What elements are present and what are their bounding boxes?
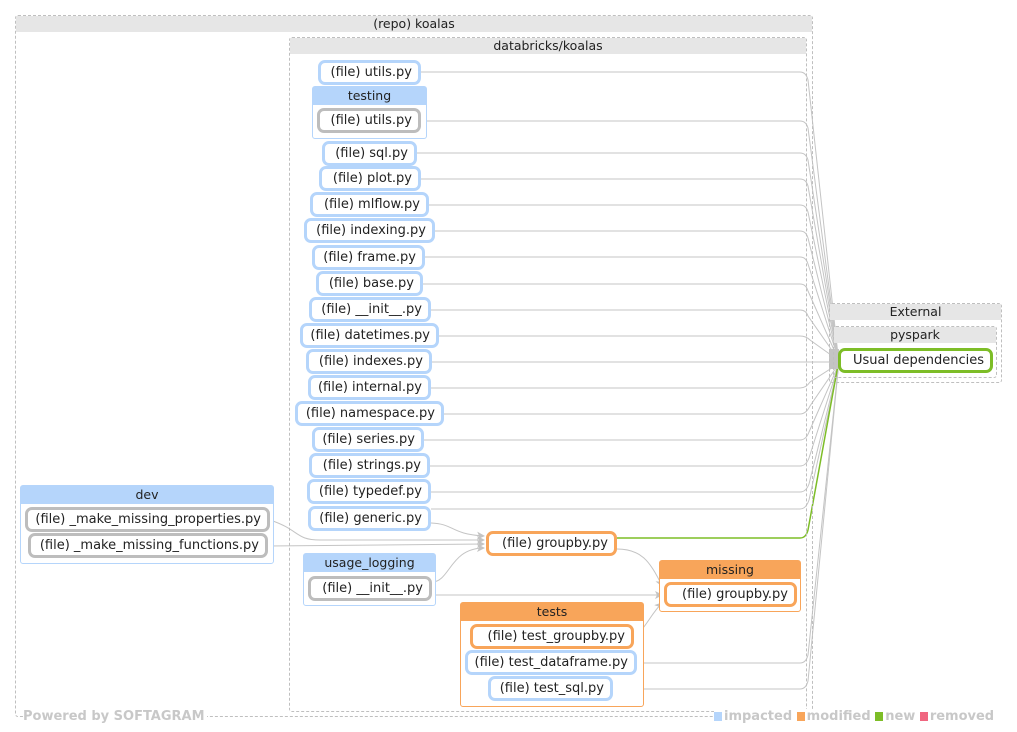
new-swatch-icon (875, 712, 884, 721)
node-datetimes[interactable]: (file) datetimes.py (300, 323, 439, 348)
pyspark-group-title: pyspark (834, 327, 996, 343)
node-testing-utils[interactable]: (file) utils.py (317, 108, 421, 133)
package-testing-title: testing (313, 87, 426, 105)
node-utils[interactable]: (file) utils.py (318, 60, 421, 85)
node-namespace[interactable]: (file) namespace.py (295, 401, 444, 426)
node-mlflow[interactable]: (file) mlflow.py (310, 192, 429, 217)
node-indexes[interactable]: (file) indexes.py (306, 349, 432, 374)
node-missing-groupby[interactable]: (file) groupby.py (664, 582, 797, 607)
node-sql[interactable]: (file) sql.py (322, 141, 417, 166)
external-group-title: External (830, 304, 1001, 320)
databricks-koalas-group-title: databricks/koalas (290, 38, 806, 54)
node-groupby[interactable]: (file) groupby.py (486, 531, 617, 556)
package-missing-title: missing (660, 561, 800, 579)
node-test-sql[interactable]: (file) test_sql.py (488, 676, 613, 701)
node-generic[interactable]: (file) generic.py (308, 506, 431, 531)
node-indexing[interactable]: (file) indexing.py (304, 218, 435, 243)
legend-item-modified: modified (796, 709, 871, 724)
package-usage-logging-title: usage_logging (304, 554, 435, 572)
modified-swatch-icon (796, 712, 805, 721)
node-series[interactable]: (file) series.py (312, 427, 424, 452)
node-make-missing-functions[interactable]: (file) _make_missing_functions.py (28, 533, 268, 558)
node-plot[interactable]: (file) plot.py (319, 166, 421, 191)
powered-by-label: Powered by SOFTAGRAM (23, 709, 207, 724)
repo-group-title: (repo) koalas (16, 16, 812, 32)
node-frame[interactable]: (file) frame.py (312, 245, 425, 270)
node-test-dataframe[interactable]: (file) test_dataframe.py (465, 650, 637, 675)
removed-swatch-icon (919, 712, 928, 721)
node-internal[interactable]: (file) internal.py (308, 375, 431, 400)
legend-item-impacted: impacted (714, 709, 792, 724)
package-tests-title: tests (461, 603, 643, 621)
node-test-groupby[interactable]: (file) test_groupby.py (470, 624, 634, 649)
node-make-missing-properties[interactable]: (file) _make_missing_properties.py (25, 507, 270, 532)
package-dev-title: dev (21, 486, 273, 504)
node-usage-logging-init[interactable]: (file) __init__.py (308, 576, 432, 601)
node-init[interactable]: (file) __init__.py (309, 297, 431, 322)
impacted-swatch-icon (714, 712, 722, 721)
node-base[interactable]: (file) base.py (316, 271, 423, 296)
legend-item-new: new (875, 709, 915, 724)
node-usual-dependencies[interactable]: Usual dependencies (838, 348, 993, 373)
node-typedef[interactable]: (file) typedef.py (307, 479, 431, 504)
node-strings[interactable]: (file) strings.py (309, 453, 430, 478)
legend-item-removed: removed (919, 709, 994, 724)
legend: impacted modified new removed (714, 709, 995, 724)
